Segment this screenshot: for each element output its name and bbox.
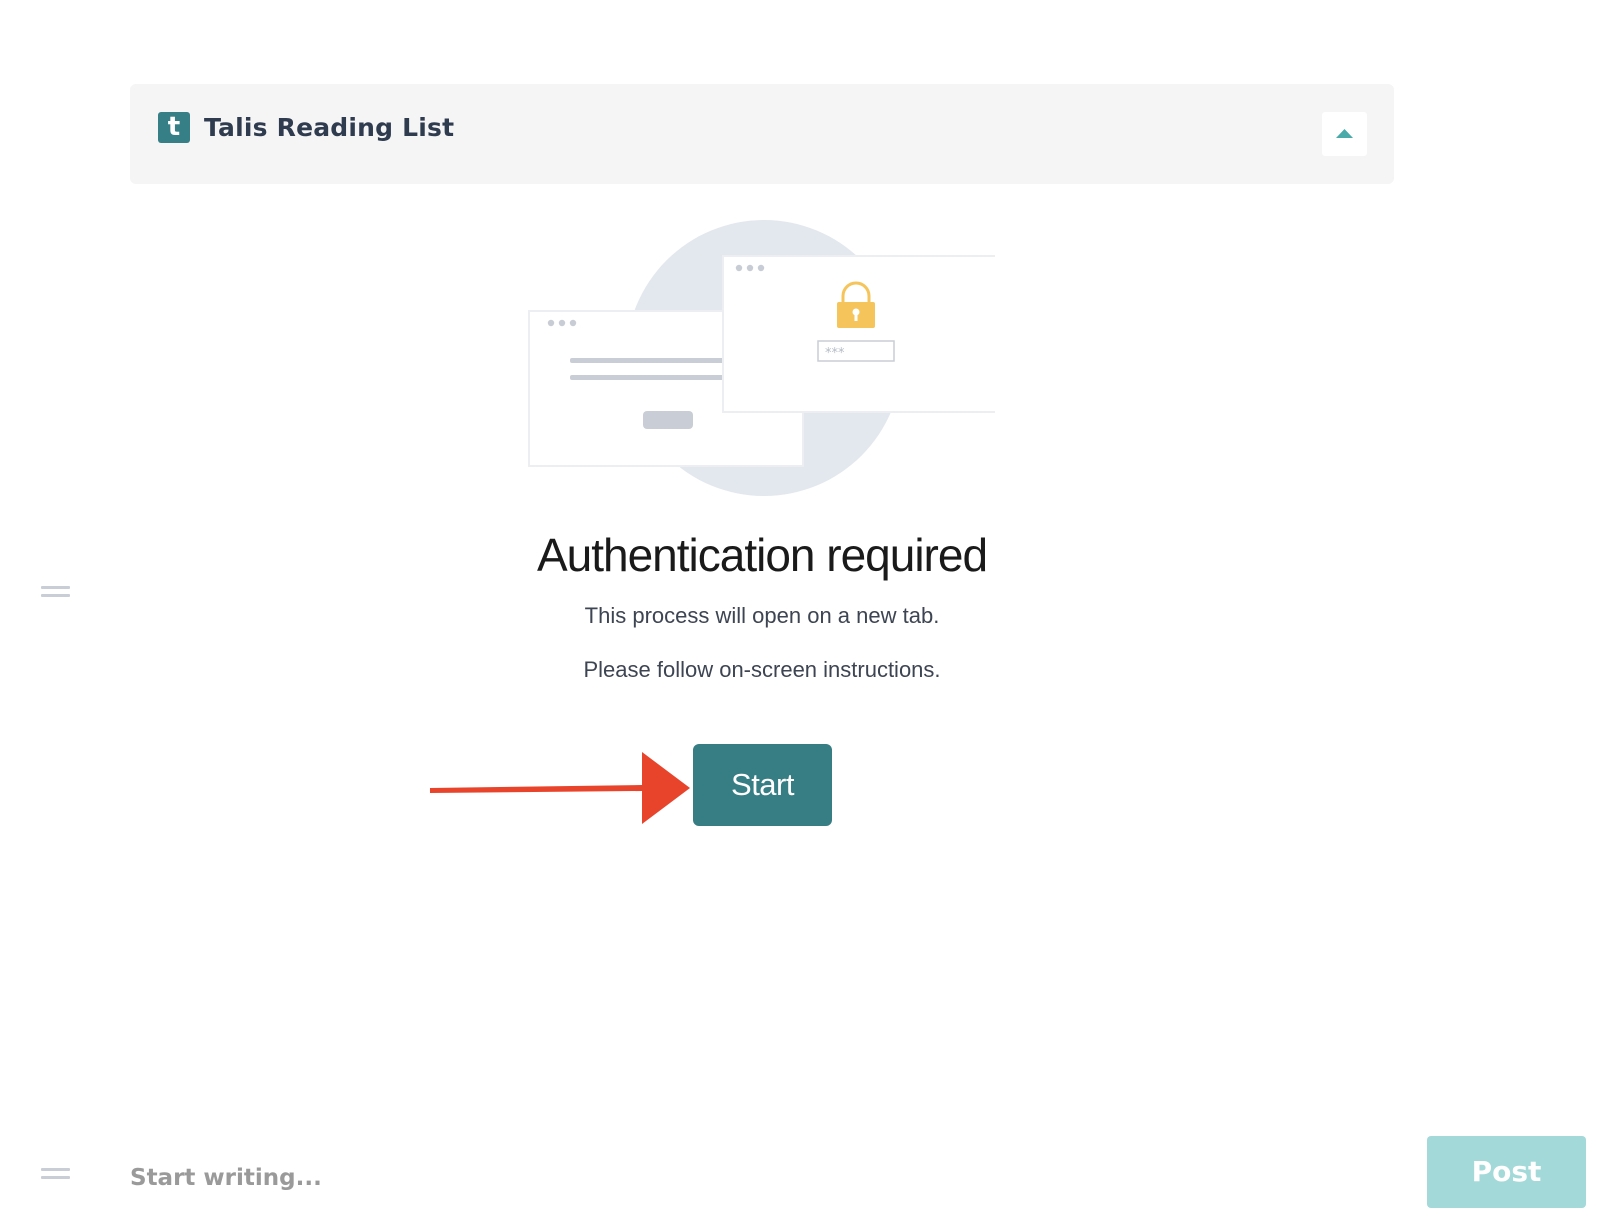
compose-input[interactable] — [128, 1156, 732, 1200]
password-mask: *** — [825, 346, 845, 361]
annotation-arrow-icon — [430, 752, 690, 824]
drag-handle-icon[interactable] — [41, 1168, 70, 1180]
collapse-button[interactable] — [1322, 112, 1367, 156]
auth-illustration: *** — [528, 220, 995, 496]
drag-handle-icon[interactable] — [41, 586, 70, 598]
auth-title: Authentication required — [536, 529, 988, 581]
chevron-up-icon — [1336, 129, 1353, 138]
app-title: Talis Reading List — [204, 113, 455, 142]
page: t Talis Reading List *** Authentication … — [0, 0, 1604, 1224]
talis-logo-icon: t — [158, 112, 190, 143]
app-header: t Talis Reading List — [130, 84, 1394, 184]
front-window: *** — [722, 255, 995, 413]
auth-message-line-1: This process will open on a new tab. — [584, 603, 940, 628]
start-button[interactable]: Start — [693, 744, 832, 826]
post-button[interactable]: Post — [1427, 1136, 1586, 1208]
auth-message-line-2: Please follow on-screen instructions. — [583, 657, 941, 682]
